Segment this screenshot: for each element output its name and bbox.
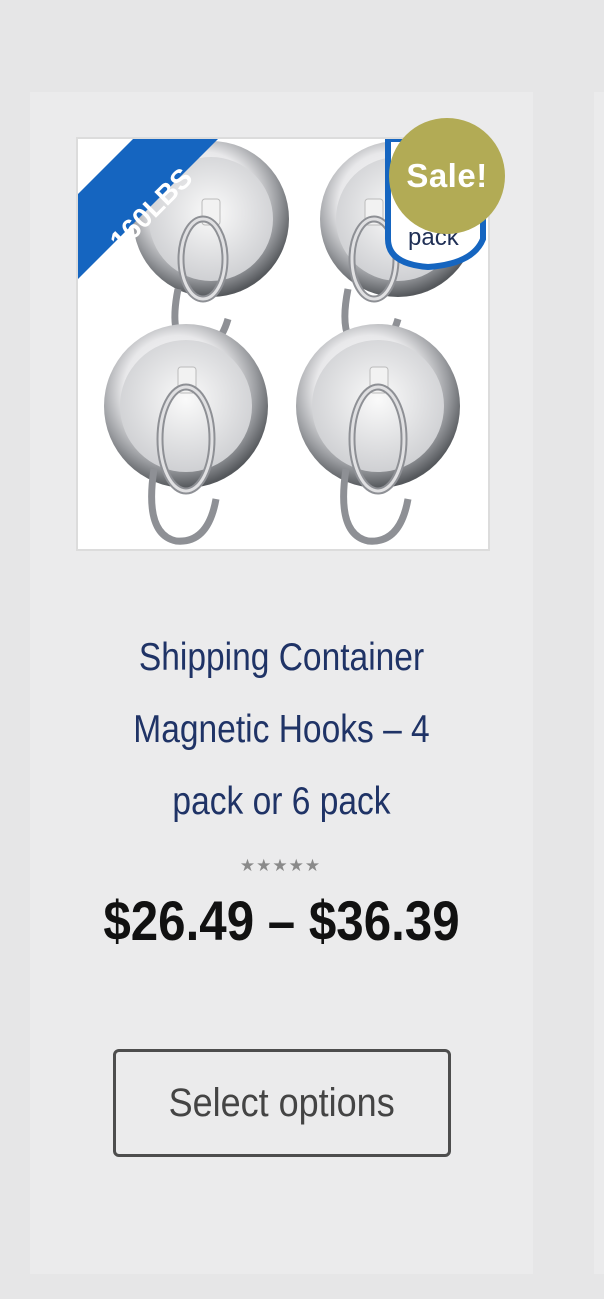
select-options-label: Select options (168, 1080, 396, 1125)
hook-bottom-right (296, 324, 460, 545)
next-product-card-edge (594, 92, 604, 1274)
product-price: $26.49 – $36.39 (103, 889, 460, 952)
sale-badge-label: Sale! (406, 157, 488, 194)
star-icon: ★ (304, 856, 321, 875)
product-card: 160LBS pack Sale! Shipping Container Mag… (30, 92, 533, 1274)
select-options-button[interactable]: Select options (113, 1049, 451, 1157)
star-rating: ★ ★ ★ ★ ★ (230, 854, 330, 878)
star-icon: ★ (239, 856, 256, 875)
star-icon: ★ (288, 856, 304, 875)
hook-bottom-left (104, 324, 268, 545)
sale-badge: Sale! (389, 118, 505, 234)
star-icon: ★ (256, 856, 272, 875)
star-icon: ★ (272, 856, 288, 875)
product-title-link[interactable]: Shipping Container Magnetic Hooks – 4 pa… (108, 622, 455, 838)
